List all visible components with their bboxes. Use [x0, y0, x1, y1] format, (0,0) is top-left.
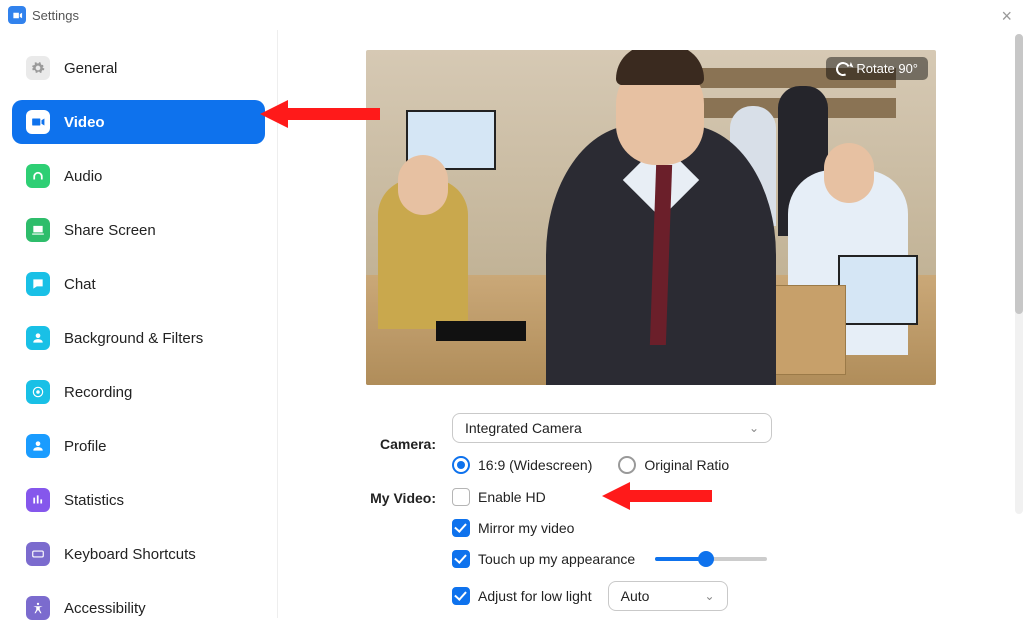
sidebar-item-background-filters[interactable]: Background & Filters: [12, 316, 265, 360]
sidebar-item-label: Accessibility: [64, 600, 146, 617]
slider-thumb[interactable]: [698, 551, 714, 567]
video-preview: Rotate 90°: [366, 50, 936, 385]
camera-select-value: Integrated Camera: [465, 420, 582, 436]
sidebar-item-keyboard-shortcuts[interactable]: Keyboard Shortcuts: [12, 532, 265, 576]
sidebar-item-share-screen[interactable]: Share Screen: [12, 208, 265, 252]
myvideo-label: My Video:: [328, 488, 452, 506]
sidebar-item-label: Statistics: [64, 492, 124, 509]
sidebar-item-label: Keyboard Shortcuts: [64, 546, 196, 563]
low-light-select-value: Auto: [621, 588, 650, 604]
sidebar-item-label: Share Screen: [64, 222, 156, 239]
scene-decoration: [824, 143, 874, 203]
close-icon[interactable]: ×: [1001, 6, 1012, 27]
main-panel: Rotate 90° Camera: Integrated Camera ⌄ 1…: [278, 30, 1024, 618]
sidebar: General Video Audio Share Screen Chat Backgro…: [0, 30, 278, 618]
sidebar-item-label: Audio: [64, 168, 102, 185]
rotate-label: Rotate 90°: [856, 61, 918, 76]
low-light-option[interactable]: Adjust for low light Auto ⌄: [452, 581, 767, 611]
annotation-arrow: [602, 480, 712, 512]
sidebar-item-label: Background & Filters: [64, 330, 203, 347]
touch-up-label: Touch up my appearance: [478, 551, 635, 567]
enable-hd-label: Enable HD: [478, 489, 546, 505]
radio-icon: [452, 456, 470, 474]
touch-up-option[interactable]: Touch up my appearance: [452, 550, 767, 568]
sidebar-item-general[interactable]: General: [12, 46, 265, 90]
sidebar-item-label: Chat: [64, 276, 96, 293]
scrollbar-thumb[interactable]: [1015, 34, 1023, 314]
sidebar-item-statistics[interactable]: Statistics: [12, 478, 265, 522]
share-icon: [26, 218, 50, 242]
checkbox-icon: [452, 488, 470, 506]
titlebar: Settings ×: [0, 0, 1024, 30]
content: General Video Audio Share Screen Chat Backgro…: [0, 30, 1024, 618]
sidebar-item-label: Recording: [64, 384, 132, 401]
sidebar-item-label: Profile: [64, 438, 107, 455]
sidebar-item-label: Video: [64, 114, 105, 131]
sidebar-item-profile[interactable]: Profile: [12, 424, 265, 468]
chevron-down-icon: ⌄: [705, 589, 715, 603]
touch-up-slider[interactable]: [655, 557, 767, 561]
stats-icon: [26, 488, 50, 512]
rotate-icon: [834, 60, 852, 78]
scrollbar[interactable]: [1015, 34, 1023, 514]
camera-label: Camera:: [328, 436, 452, 452]
app-icon: [8, 6, 26, 24]
sidebar-item-chat[interactable]: Chat: [12, 262, 265, 306]
radio-icon: [618, 456, 636, 474]
rotate-button[interactable]: Rotate 90°: [826, 57, 928, 80]
window-title: Settings: [32, 8, 79, 23]
rec-icon: [26, 380, 50, 404]
mirror-video-label: Mirror my video: [478, 520, 574, 536]
scene-decoration: [436, 321, 526, 341]
camera-row: Camera: Integrated Camera ⌄ 16:9 (Widesc…: [328, 413, 1004, 474]
chevron-down-icon: ⌄: [749, 421, 759, 435]
sidebar-item-label: General: [64, 60, 117, 77]
low-light-label: Adjust for low light: [478, 588, 592, 604]
sidebar-item-video[interactable]: Video: [12, 100, 265, 144]
sidebar-item-accessibility[interactable]: Accessibility: [12, 586, 265, 630]
aspect-original-option[interactable]: Original Ratio: [618, 456, 729, 474]
gear-icon: [26, 56, 50, 80]
aspect-ratio-group: 16:9 (Widescreen) Original Ratio: [452, 456, 772, 474]
low-light-select[interactable]: Auto ⌄: [608, 581, 728, 611]
camera-select[interactable]: Integrated Camera ⌄: [452, 413, 772, 443]
scene-decoration: [616, 50, 704, 85]
access-icon: [26, 596, 50, 620]
profile-icon: [26, 434, 50, 458]
sidebar-item-audio[interactable]: Audio: [12, 154, 265, 198]
checkbox-icon: [452, 587, 470, 605]
kb-icon: [26, 542, 50, 566]
chat-icon: [26, 272, 50, 296]
scene-decoration: [838, 255, 918, 325]
annotation-arrow: [260, 98, 380, 130]
scene-decoration: [398, 155, 448, 215]
aspect-original-label: Original Ratio: [644, 457, 729, 473]
checkbox-icon: [452, 519, 470, 537]
aspect-widescreen-option[interactable]: 16:9 (Widescreen): [452, 456, 592, 474]
video-settings-form: Camera: Integrated Camera ⌄ 16:9 (Widesc…: [328, 413, 1004, 611]
video-icon: [26, 110, 50, 134]
head-icon: [26, 164, 50, 188]
user-icon: [26, 326, 50, 350]
mirror-video-option[interactable]: Mirror my video: [452, 519, 767, 537]
checkbox-icon: [452, 550, 470, 568]
sidebar-item-recording[interactable]: Recording: [12, 370, 265, 414]
aspect-widescreen-label: 16:9 (Widescreen): [478, 457, 592, 473]
